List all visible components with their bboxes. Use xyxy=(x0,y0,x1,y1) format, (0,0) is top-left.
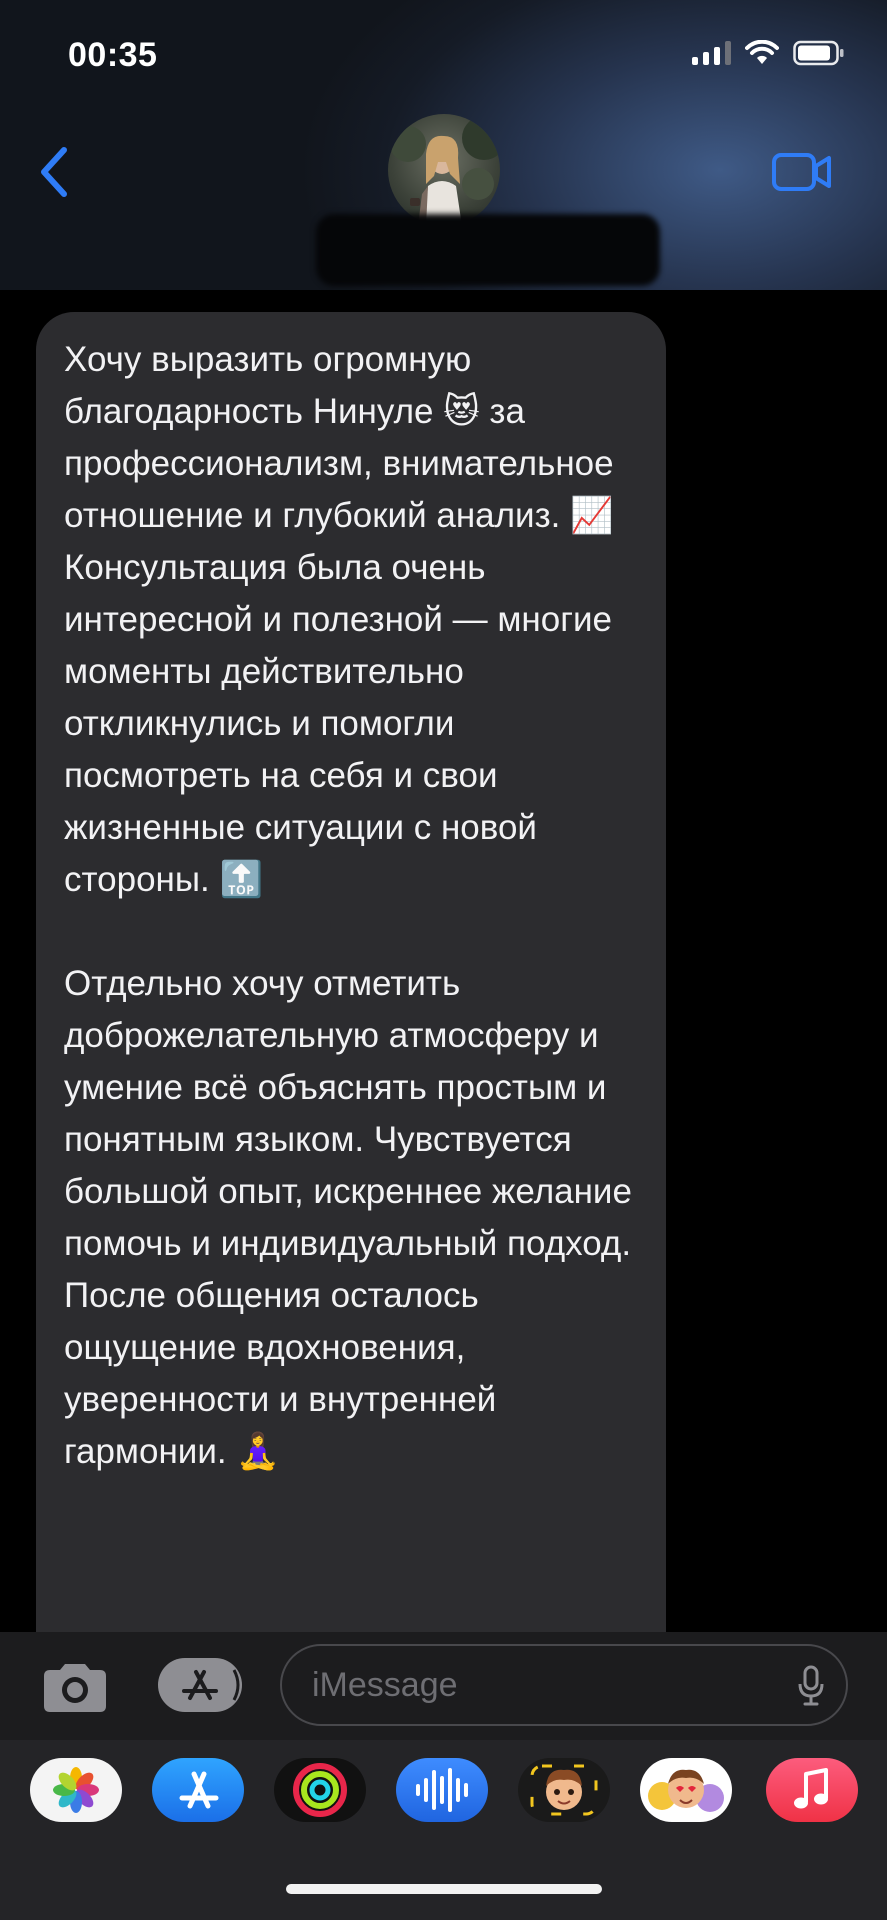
memoji-stickers-app-icon[interactable] xyxy=(640,1758,732,1822)
camera-icon[interactable] xyxy=(40,1660,110,1714)
audio-message-app-icon[interactable] xyxy=(396,1758,488,1822)
message-paragraph-1: Хочу выразить огромную благодарность Нин… xyxy=(64,340,624,899)
message-paragraph-2: Отдельно хочу отметить доброжелательную … xyxy=(64,964,642,1471)
activity-app-icon[interactable] xyxy=(274,1758,366,1822)
messages-screen: 00:35 Хочу выразить огромную благодарнос… xyxy=(0,0,887,1920)
compose-bar: iMessage xyxy=(0,1632,887,1740)
app-store-icon[interactable] xyxy=(158,1658,242,1712)
imessage-input[interactable]: iMessage xyxy=(280,1644,848,1726)
status-icons xyxy=(692,40,845,66)
app-store-app-icon[interactable] xyxy=(152,1758,244,1822)
music-app-icon[interactable] xyxy=(766,1758,858,1822)
imessage-app-drawer xyxy=(0,1740,887,1920)
contact-name-redacted xyxy=(316,214,660,286)
conversation-header: 00:35 xyxy=(0,0,887,290)
memoji-app-icon[interactable] xyxy=(518,1758,610,1822)
status-time: 00:35 xyxy=(68,36,158,74)
battery-icon xyxy=(793,40,844,66)
message-text: Хочу выразить огромную благодарность Нин… xyxy=(64,334,634,1478)
back-chevron-icon[interactable] xyxy=(36,144,72,200)
photos-app-icon[interactable] xyxy=(30,1758,122,1822)
home-indicator[interactable] xyxy=(286,1884,602,1894)
contact-avatar[interactable] xyxy=(388,114,500,226)
video-camera-icon[interactable] xyxy=(771,150,833,194)
wifi-icon xyxy=(745,40,779,64)
imessage-placeholder: iMessage xyxy=(312,1666,458,1704)
message-bubble[interactable]: Хочу выразить огромную благодарность Нин… xyxy=(36,312,666,1712)
cellular-signal-icon xyxy=(692,41,731,65)
microphone-icon[interactable] xyxy=(796,1664,826,1708)
